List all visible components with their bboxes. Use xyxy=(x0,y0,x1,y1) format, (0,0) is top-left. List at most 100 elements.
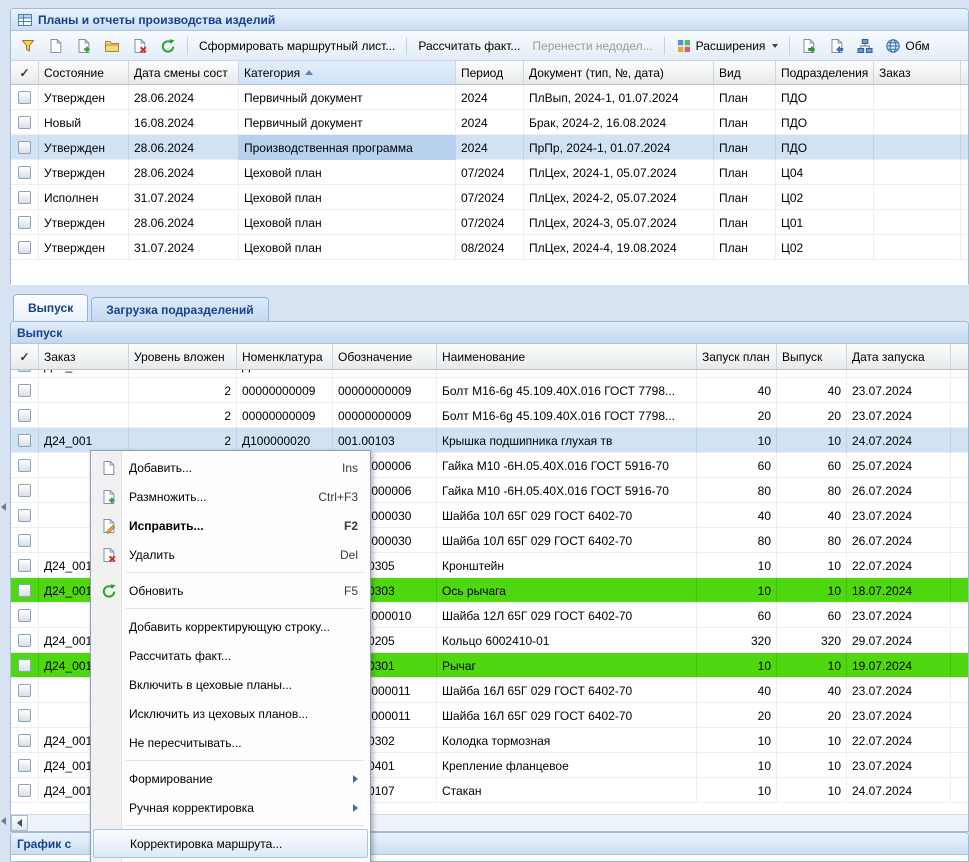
table-row[interactable]: Исполнен31.07.2024Цеховой план07/2024ПлЦ… xyxy=(11,185,968,210)
row-checkbox[interactable] xyxy=(18,534,31,547)
cell: 20 xyxy=(697,403,777,428)
menu-item[interactable]: Добавить корректирующую строку... xyxy=(93,612,368,641)
table-row[interactable]: Утвержден28.06.2024Цеховой план07/2024Пл… xyxy=(11,210,968,235)
filler-cell xyxy=(951,603,968,628)
cell: Шайба 16Л 65Г 029 ГОСТ 6402-70 xyxy=(437,678,697,703)
row-checkbox[interactable] xyxy=(18,634,31,647)
column-header[interactable]: Уровень вложен xyxy=(129,344,237,369)
delete-button[interactable] xyxy=(127,35,153,57)
table-row[interactable]: Утвержден31.07.2024Цеховой план08/2024Пл… xyxy=(11,235,968,260)
column-header[interactable]: Вид xyxy=(714,61,776,84)
column-header[interactable]: Заказ xyxy=(874,61,961,84)
table-row[interactable]: Утвержден28.06.2024Производственная прог… xyxy=(11,135,968,160)
filter-button[interactable] xyxy=(15,35,41,57)
row-checkbox[interactable] xyxy=(18,141,31,154)
collapse-left-icon[interactable] xyxy=(1,817,6,825)
menu-item[interactable]: Включить в цеховые планы... xyxy=(93,670,368,699)
row-checkbox[interactable] xyxy=(18,191,31,204)
open-button[interactable] xyxy=(99,35,125,57)
cell: 80 xyxy=(777,478,847,503)
column-header[interactable]: Дата запуска xyxy=(847,344,951,369)
add-button[interactable] xyxy=(43,35,69,57)
column-header[interactable]: Состояние xyxy=(39,61,129,84)
column-header[interactable]: Наименование xyxy=(437,344,697,369)
menu-item-label: Исключить из цеховых планов... xyxy=(129,707,308,721)
copy-button[interactable] xyxy=(71,35,97,57)
column-header-select-all[interactable]: ✓ xyxy=(11,344,39,369)
left-splitter[interactable] xyxy=(0,293,9,862)
collapse-left-icon[interactable] xyxy=(1,503,6,511)
table-row[interactable]: Новый16.08.2024Первичный документ2024Бра… xyxy=(11,110,968,135)
row-checkbox[interactable] xyxy=(18,609,31,622)
org-structure-button[interactable] xyxy=(852,35,878,57)
filler-cell xyxy=(951,728,968,753)
move-backlog-button[interactable]: Перенести недодел... xyxy=(527,36,657,56)
column-header[interactable]: Выпуск xyxy=(777,344,847,369)
column-header-select-all[interactable]: ✓ xyxy=(11,61,39,84)
table-row[interactable]: Д24_001Д100000020 xyxy=(11,370,968,378)
row-checkbox[interactable] xyxy=(18,584,31,597)
row-checkbox[interactable] xyxy=(18,216,31,229)
table-row[interactable]: Утвержден28.06.2024Цеховой план07/2024Пл… xyxy=(11,160,968,185)
menu-item[interactable]: Размножить...Ctrl+F3 xyxy=(93,482,368,511)
row-checkbox[interactable] xyxy=(18,434,31,447)
menu-item[interactable]: УдалитьDel xyxy=(93,540,368,569)
menu-item[interactable]: Добавить...Ins xyxy=(93,453,368,482)
extensions-button[interactable]: Расширения xyxy=(671,35,784,57)
row-checkbox[interactable] xyxy=(18,459,31,472)
cell: 80 xyxy=(777,528,847,553)
column-header[interactable]: Дата смены сост xyxy=(129,61,239,84)
row-check-cell xyxy=(11,753,39,778)
table-row[interactable]: Утвержден28.06.2024Первичный документ202… xyxy=(11,85,968,110)
row-checkbox[interactable] xyxy=(18,559,31,572)
row-checkbox[interactable] xyxy=(18,784,31,797)
cell: 26.07.2024 xyxy=(847,528,951,553)
row-checkbox[interactable] xyxy=(18,166,31,179)
column-header-label: Запуск план xyxy=(702,350,770,364)
row-checkbox[interactable] xyxy=(18,384,31,397)
row-checkbox[interactable] xyxy=(18,734,31,747)
row-checkbox[interactable] xyxy=(18,241,31,254)
row-check-cell xyxy=(11,85,39,110)
row-checkbox[interactable] xyxy=(18,509,31,522)
menu-item[interactable]: Корректировка маршрута... xyxy=(93,829,368,858)
row-checkbox[interactable] xyxy=(18,116,31,129)
column-header[interactable]: Обозначение xyxy=(333,344,437,369)
row-checkbox[interactable] xyxy=(18,484,31,497)
scroll-left-button[interactable] xyxy=(11,815,28,831)
column-header[interactable]: Подразделения xyxy=(776,61,874,84)
import-document-button[interactable] xyxy=(824,35,850,57)
tab-0[interactable]: Выпуск xyxy=(13,294,88,321)
row-checkbox[interactable] xyxy=(18,370,31,372)
column-header[interactable]: Номенклатура xyxy=(237,344,333,369)
menu-item[interactable]: Рассчитать факт... xyxy=(93,641,368,670)
calc-fact-button[interactable]: Рассчитать факт... xyxy=(413,36,525,56)
row-checkbox[interactable] xyxy=(18,659,31,672)
row-checkbox[interactable] xyxy=(18,684,31,697)
menu-item[interactable]: ОбновитьF5 xyxy=(93,576,368,605)
column-header[interactable]: Категория xyxy=(239,61,456,84)
menu-item[interactable]: Исключить из цеховых планов... xyxy=(93,699,368,728)
exchange-button[interactable]: Обм xyxy=(880,35,934,57)
row-checkbox[interactable] xyxy=(18,91,31,104)
form-route-sheet-button[interactable]: Сформировать маршрутный лист... xyxy=(194,36,400,56)
cell: 07/2024 xyxy=(456,185,524,210)
table-row[interactable]: 20000000000900000000009Болт М16-6g 45.10… xyxy=(11,403,968,428)
refresh-button[interactable] xyxy=(155,35,181,57)
row-check-cell xyxy=(11,370,39,378)
row-check-cell xyxy=(11,378,39,403)
menu-item[interactable]: Не пересчитывать... xyxy=(93,728,368,757)
menu-item[interactable]: Исправить...F2 xyxy=(93,511,368,540)
column-header[interactable]: Документ (тип, №, дата) xyxy=(524,61,714,84)
column-header[interactable]: Период xyxy=(456,61,524,84)
menu-item[interactable]: Ручная корректировка xyxy=(93,793,368,822)
column-header[interactable]: Заказ xyxy=(39,344,129,369)
column-header[interactable]: Запуск план xyxy=(697,344,777,369)
export-document-button[interactable] xyxy=(796,35,822,57)
row-checkbox[interactable] xyxy=(18,709,31,722)
tab-1[interactable]: Загрузка подразделений xyxy=(91,297,268,321)
row-checkbox[interactable] xyxy=(18,759,31,772)
menu-item[interactable]: Формирование xyxy=(93,764,368,793)
row-checkbox[interactable] xyxy=(18,409,31,422)
table-row[interactable]: 20000000000900000000009Болт М16-6g 45.10… xyxy=(11,378,968,403)
